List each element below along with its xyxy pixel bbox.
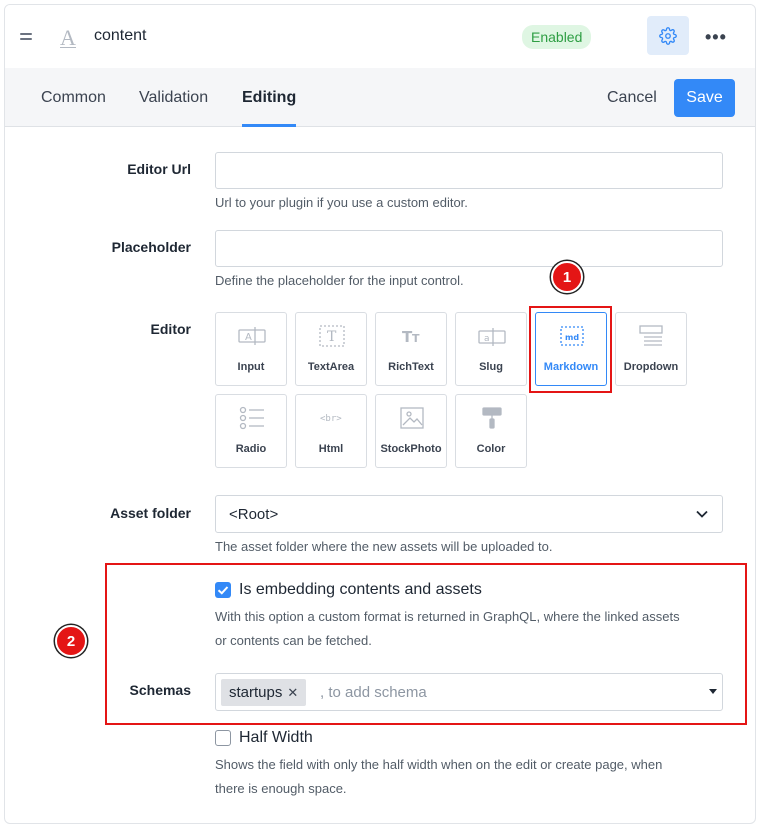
html-icon: <br> [320,414,342,424]
string-type-icon: A [60,25,76,50]
tab-validation[interactable]: Validation [139,89,208,107]
asset-folder-label: Asset folder [110,505,191,521]
field-editor-panel: A content Enabled ••• Common Validation … [4,4,756,824]
placeholder-label: Placeholder [111,239,191,255]
tab-common[interactable]: Common [41,89,106,107]
placeholder-input[interactable] [215,230,723,267]
field-header: A content Enabled ••• [5,5,755,68]
editor-option-color[interactable]: Color [455,394,527,468]
editor-url-input[interactable] [215,152,723,189]
radio-icon [239,406,264,430]
editor-option-html[interactable]: <br> Html [295,394,367,468]
tab-bar: Common Validation Editing Cancel Save [5,68,755,127]
svg-text:A: A [245,332,252,343]
chevron-down-icon [696,510,708,518]
half-width-hint-line1: Shows the field with only the half width… [215,757,663,772]
save-button[interactable]: Save [674,79,735,117]
annotation-callout-2: 2 [55,625,87,657]
placeholder-hint: Define the placeholder for the input con… [215,273,464,288]
status-badge: Enabled [522,25,592,49]
half-width-hint-line2: there is enough space. [215,781,347,796]
field-name: content [94,27,147,44]
editor-label: Editor [150,321,191,337]
richtext-icon: TT [402,328,420,346]
svg-text:a: a [484,334,490,344]
input-icon: A [238,327,266,345]
svg-text:T: T [412,332,420,345]
annotation-box-1 [529,306,612,393]
half-width-label[interactable]: Half Width [239,729,313,747]
cancel-button[interactable]: Cancel [607,89,657,107]
annotation-callout-1: 1 [551,261,583,293]
editor-url-hint: Url to your plugin if you use a custom e… [215,195,468,210]
editor-option-slug[interactable]: a Slug [455,312,527,386]
tab-editing[interactable]: Editing [242,89,296,107]
asset-folder-hint: The asset folder where the new assets wi… [215,539,553,554]
stockphoto-icon [400,407,424,429]
more-options-icon[interactable]: ••• [705,27,727,48]
active-tab-indicator [242,124,296,127]
svg-text:<br>: <br> [320,414,342,424]
half-width-checkbox[interactable] [215,730,231,746]
textarea-icon: T [319,325,345,347]
asset-folder-value: <Root> [229,506,279,523]
asset-folder-select[interactable]: <Root> [215,495,723,533]
slug-icon: a [478,328,506,346]
settings-button[interactable] [647,16,689,55]
editor-option-textarea[interactable]: T TextArea [295,312,367,386]
dropdown-icon [639,325,663,346]
annotation-box-2 [105,563,747,725]
editor-option-dropdown[interactable]: Dropdown [615,312,687,386]
color-icon [482,407,502,429]
drag-handle-icon[interactable] [20,33,32,43]
svg-text:T: T [327,329,337,345]
editor-option-richtext[interactable]: TT RichText [375,312,447,386]
editor-option-radio[interactable]: Radio [215,394,287,468]
editor-url-label: Editor Url [127,161,191,177]
gear-icon [659,26,677,45]
editor-option-input[interactable]: A Input [215,312,287,386]
editor-option-stockphoto[interactable]: StockPhoto [375,394,447,468]
